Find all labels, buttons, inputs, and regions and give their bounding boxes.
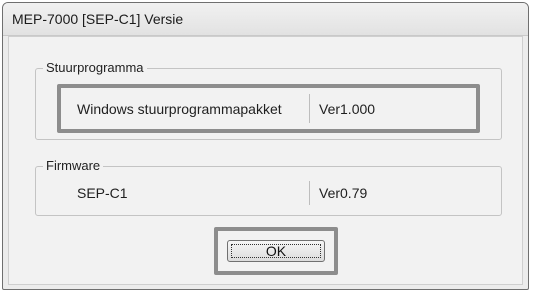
driver-info-row: Windows stuurprogrammapakket Ver1.000 (61, 88, 476, 129)
firmware-group-label: Firmware (43, 158, 104, 174)
driver-name: Windows stuurprogrammapakket (77, 100, 282, 117)
firmware-version: Ver0.79 (319, 185, 368, 201)
version-dialog-window: MEP-7000 [SEP-C1] Versie Stuurprogramma … (2, 2, 529, 290)
window-title: MEP-7000 [SEP-C1] Versie (12, 11, 184, 27)
dialog-client-area: Stuurprogramma Windows stuurprogrammapak… (8, 36, 523, 285)
title-bar[interactable]: MEP-7000 [SEP-C1] Versie (3, 3, 528, 36)
ok-button[interactable]: OK (227, 240, 325, 262)
driver-group-label: Stuurprogramma (43, 60, 147, 76)
driver-row-divider (309, 94, 310, 123)
firmware-info-row: SEP-C1 Ver0.79 (61, 175, 476, 211)
ok-button-label: OK (231, 243, 321, 259)
driver-version: Ver1.000 (319, 100, 376, 117)
firmware-name: SEP-C1 (77, 185, 128, 201)
firmware-row-divider (309, 181, 310, 205)
